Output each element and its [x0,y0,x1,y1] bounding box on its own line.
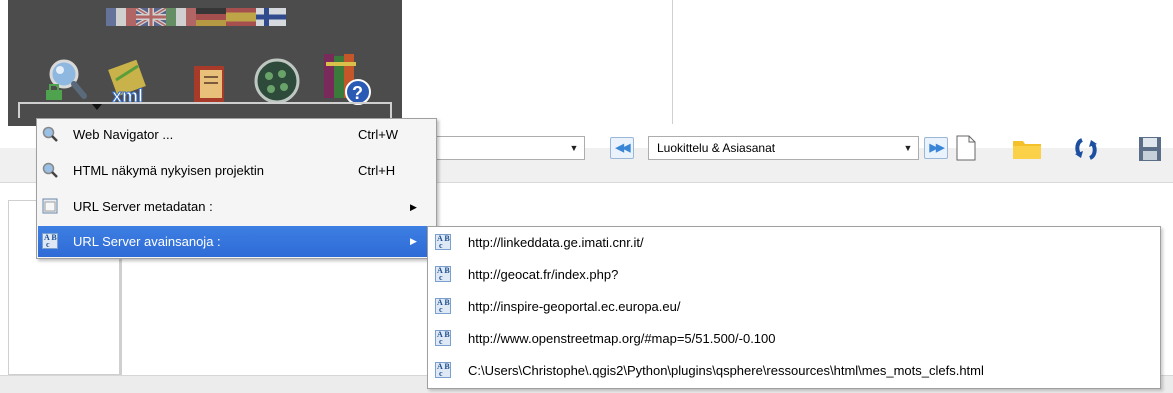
search-globe-icon[interactable] [44,56,90,102]
abc-icon: A B c [435,330,451,346]
menu-item-url-keywords[interactable]: A B c URL Server avainsanoja : ▶ [38,226,435,257]
abc-icon: A B c [435,266,451,282]
previous-icon: ◀◀ [615,142,631,154]
database-icon[interactable] [254,58,300,104]
submenu-item-label: http://geocat.fr/index.php? [468,267,619,282]
abc-icon: A B c [435,362,451,378]
thesaurus-combo[interactable]: Luokittelu & Asiasanat ▼ [648,136,919,160]
panel-divider [672,0,673,124]
submenu-item[interactable]: A B c http://linkeddata.ge.imati.cnr.it/ [429,227,1159,258]
combo-arrow-icon[interactable]: ▼ [900,139,916,157]
menu-item-web-navigator[interactable]: Web Navigator ... Ctrl+W [38,119,435,151]
thesaurus-combo-value: Luokittelu & Asiasanat [657,141,776,155]
magnifier-globe-icon [42,126,58,142]
menu-item-label: URL Server avainsanoja : [73,234,221,249]
uk-flag-icon[interactable] [136,8,166,26]
menu-item-html-view[interactable]: HTML näkymä nykyisen projektin Ctrl+H [38,155,435,187]
plugin-menu: Web Navigator ... Ctrl+W HTML näkymä nyk… [36,118,437,259]
svg-text:?: ? [352,83,363,103]
submenu-item[interactable]: A B c http://inspire-geoportal.ec.europa… [429,291,1159,322]
menu-item-label: Web Navigator ... [73,127,174,142]
keywords-submenu: A B c http://linkeddata.ge.imati.cnr.it/… [427,226,1161,389]
book-icon[interactable] [188,60,234,106]
combo-arrow-icon[interactable]: ▼ [566,139,582,157]
it-flag-icon[interactable] [166,8,196,26]
next-button[interactable]: ▶▶ [924,137,948,159]
menu-button-frame [18,102,392,118]
menu-item-url-metadata[interactable]: URL Server metadatan : ▶ [38,191,435,223]
submenu-item-label: http://linkeddata.ge.imati.cnr.it/ [468,235,644,250]
open-folder-icon[interactable] [1012,138,1042,160]
magnifier-globe-icon [42,162,58,178]
es-flag-icon[interactable] [226,8,256,26]
window-icon [42,198,58,214]
submenu-item-label: C:\Users\Christophe\.qgis2\Python\plugin… [468,363,984,378]
save-icon[interactable] [1138,136,1162,162]
submenu-item[interactable]: A B c http://www.openstreetmap.org/#map=… [429,323,1159,354]
de-flag-icon[interactable] [196,8,226,26]
menu-item-label: HTML näkymä nykyisen projektin [73,163,264,178]
submenu-item-label: http://www.openstreetmap.org/#map=5/51.5… [468,331,776,346]
fi-flag-icon[interactable] [256,8,286,26]
menu-item-shortcut: Ctrl+W [358,127,399,142]
submenu-item[interactable]: A B c C:\Users\Christophe\.qgis2\Python\… [429,355,1159,386]
new-document-icon[interactable] [956,135,976,161]
submenu-arrow-icon: ▶ [410,202,417,212]
refresh-icon[interactable] [1073,136,1099,162]
submenu-item[interactable]: A B c http://geocat.fr/index.php? [429,259,1159,290]
help-books-icon[interactable]: ? [320,52,372,106]
next-icon: ▶▶ [929,142,945,154]
abc-icon: A B c [42,233,58,249]
menu-item-shortcut: Ctrl+H [358,163,396,178]
submenu-arrow-icon: ▶ [410,236,417,246]
language-flags [106,8,286,26]
previous-button[interactable]: ◀◀ [610,137,634,159]
abc-icon: A B c [435,298,451,314]
submenu-item-label: http://inspire-geoportal.ec.europa.eu/ [468,299,681,314]
abc-icon: A B c [435,234,451,250]
menu-item-label: URL Server metadatan : [73,199,213,214]
fr-flag-icon[interactable] [106,8,136,26]
xml-icon[interactable]: xml [108,60,154,106]
